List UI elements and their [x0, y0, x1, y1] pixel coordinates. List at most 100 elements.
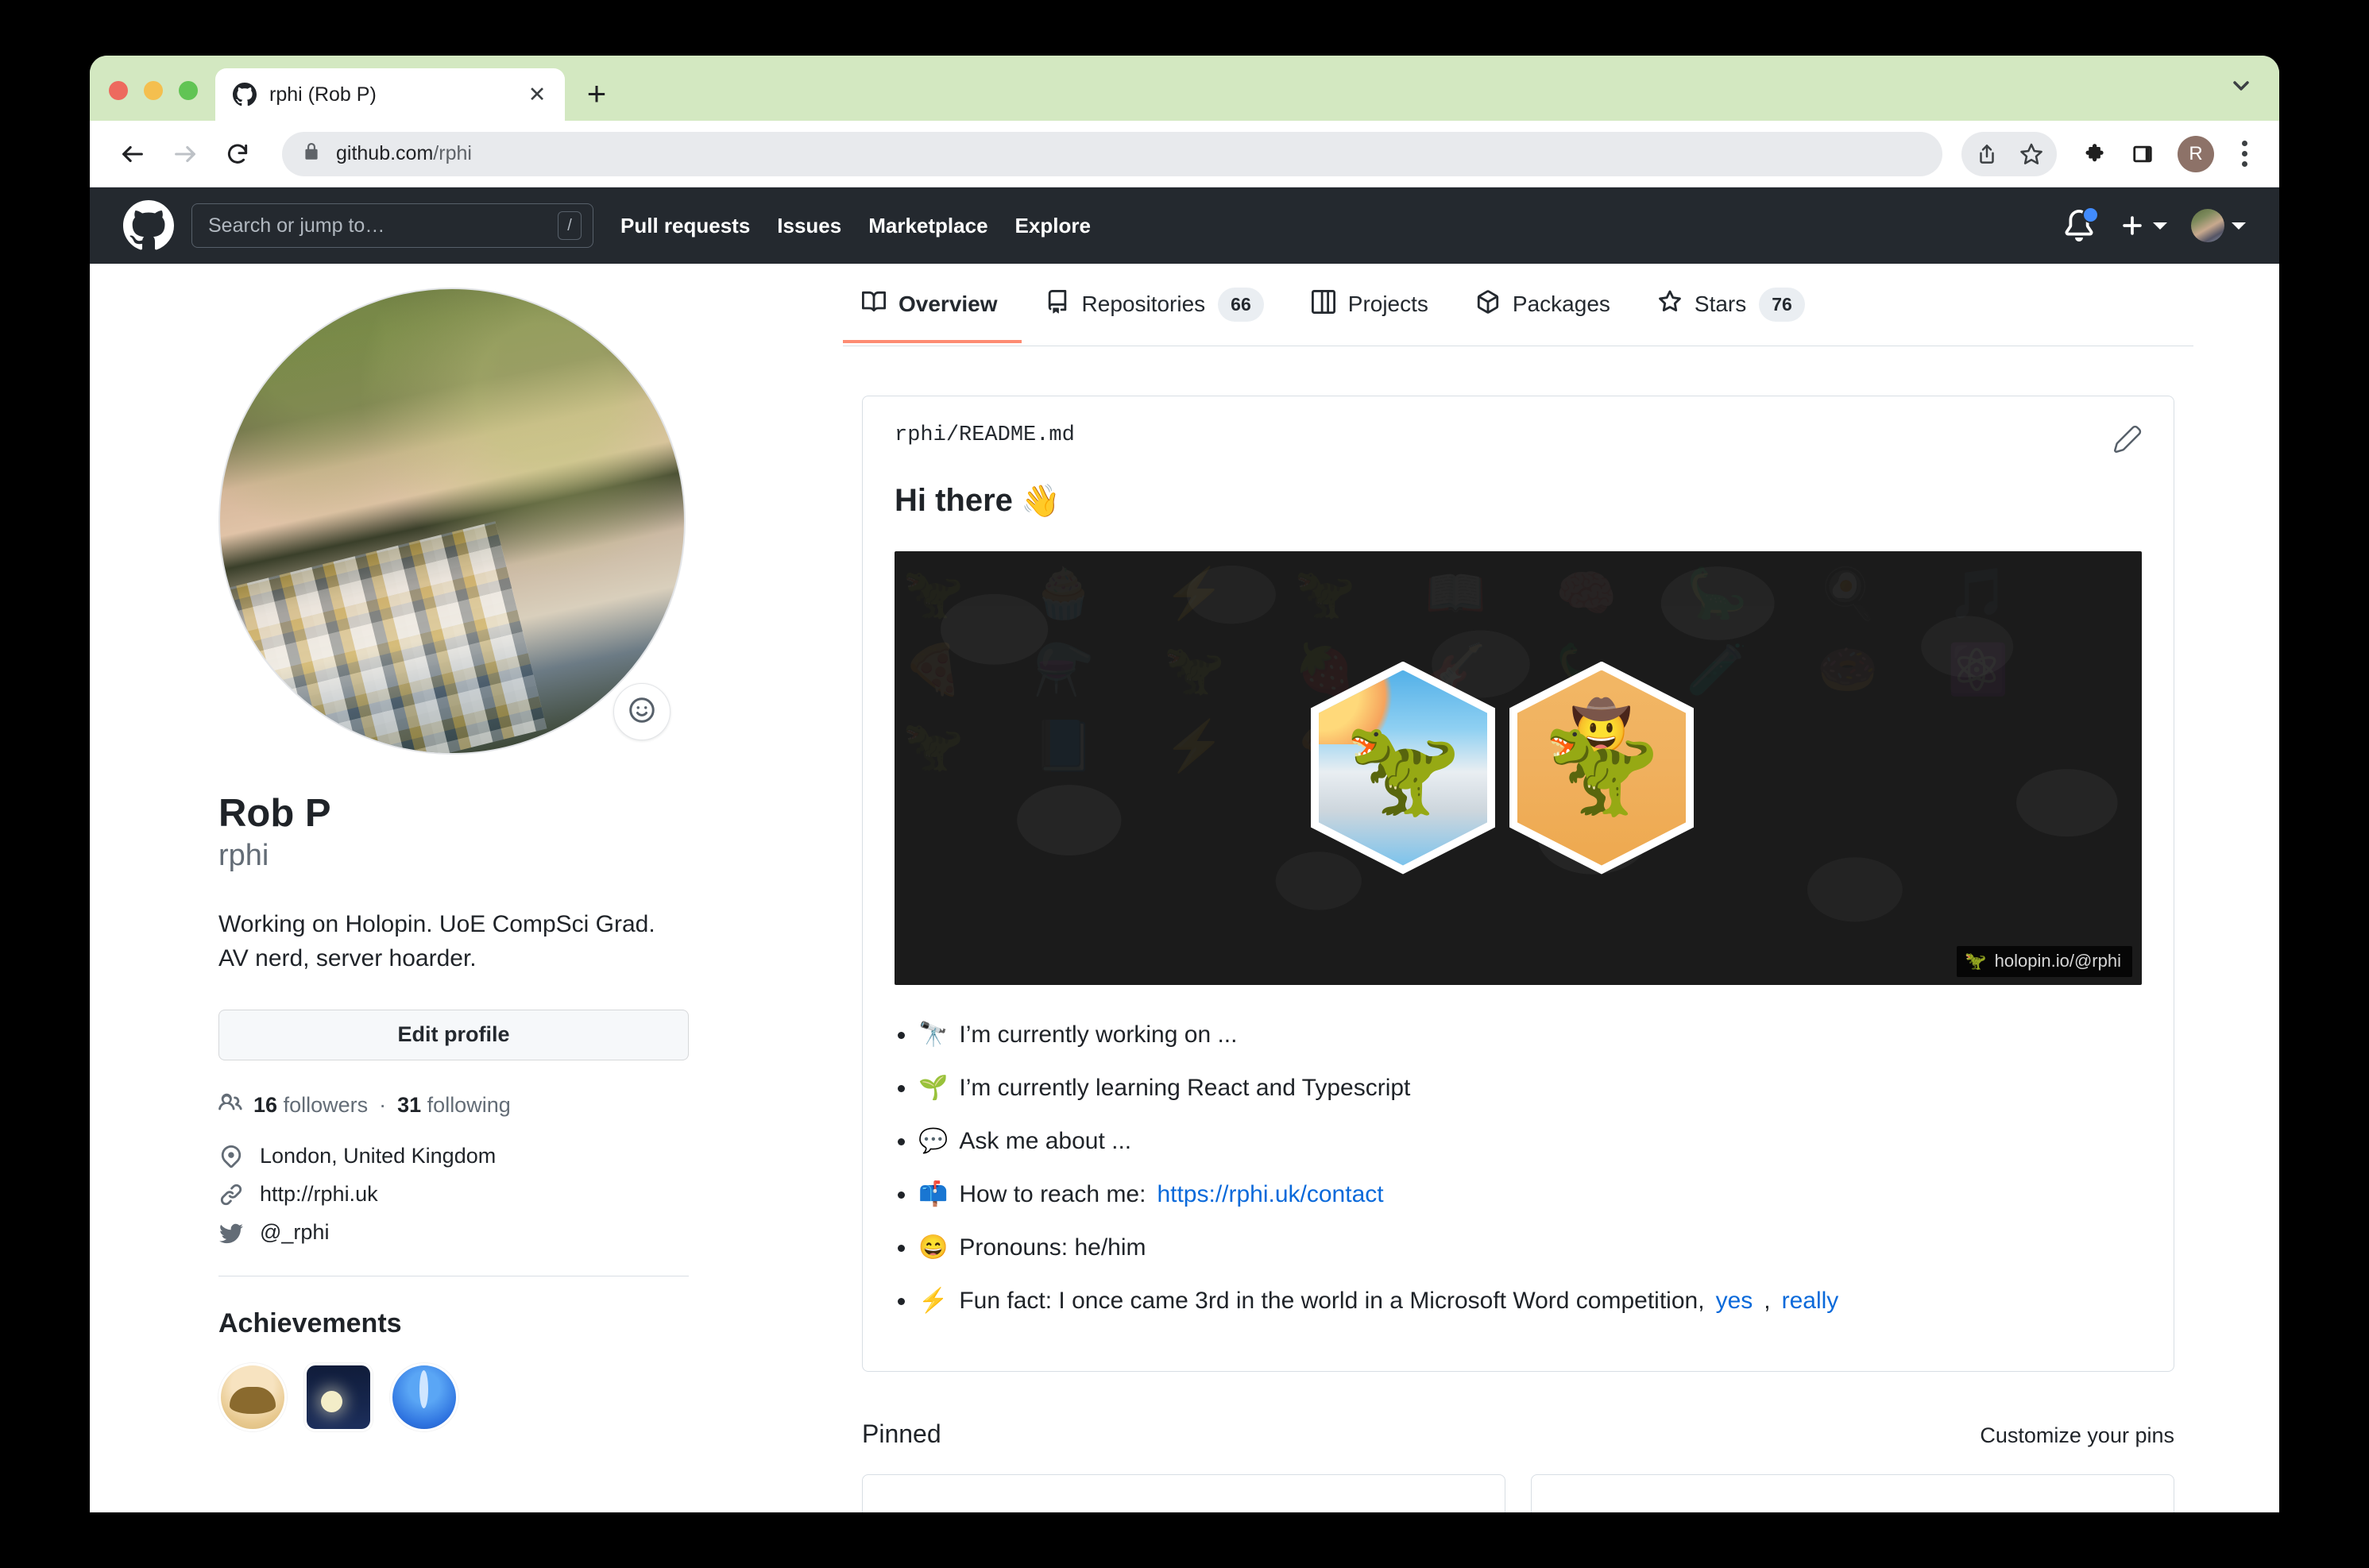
tab-projects-label: Projects [1347, 292, 1428, 317]
profile-page: Rob P rphi Working on Holopin. UoE CompS… [90, 264, 2279, 1512]
twitter-icon [218, 1220, 244, 1246]
telescope-icon: 🔭 [918, 1021, 949, 1048]
pinned-repo-card[interactable]: carae Public ⋯ [1531, 1473, 2174, 1512]
window-traffic-lights [90, 81, 198, 121]
puzzle-extensions-icon[interactable] [2073, 132, 2117, 176]
browser-tabstrip: rphi (Rob P) ✕ + [90, 56, 2279, 121]
address-host: github.com [336, 142, 434, 164]
achievement-badge-starstruck[interactable] [304, 1362, 373, 1431]
user-avatar [2191, 209, 2224, 242]
tab-overview[interactable]: Overview [843, 266, 1022, 343]
readme-path-owner[interactable]: rphi [895, 423, 946, 447]
holopin-badge-early-bird[interactable]: 🦖 [1311, 661, 1495, 875]
tab-projects[interactable]: Projects [1288, 266, 1452, 343]
chevron-down-icon [2153, 222, 2167, 230]
star-icon [1658, 290, 1682, 319]
profile-location-text: London, United Kingdom [260, 1144, 497, 1168]
achievements-list [218, 1362, 689, 1431]
forward-icon[interactable] [163, 132, 207, 176]
holopin-dino-icon: 🦖 [1965, 950, 1987, 971]
profile-website-text: http://rphi.uk [260, 1182, 378, 1207]
set-status-button[interactable] [613, 683, 671, 740]
nav-marketplace[interactable]: Marketplace [868, 214, 987, 238]
readme-bullet-list: 🔭 I’m currently working on ... 🌱 I’m cur… [895, 1017, 2142, 1319]
readme-bullet: 🌱 I’m currently learning React and Types… [895, 1070, 2142, 1106]
people-icon [218, 1091, 242, 1120]
share-icon[interactable] [1965, 132, 2009, 176]
dino-icon: 🦖 [1543, 715, 1660, 821]
search-input[interactable]: Search or jump to… / [191, 203, 593, 248]
readme-bullet-text: Ask me about ... [959, 1127, 1132, 1154]
pinned-repo-card[interactable]: fancyhip Public ⋯ [862, 1473, 1505, 1512]
location-icon [218, 1144, 244, 1169]
create-new-button[interactable] [2119, 212, 2167, 239]
profile-twitter[interactable]: @_rphi [218, 1220, 689, 1246]
seedling-icon: 🌱 [918, 1074, 949, 1101]
browser-tab[interactable]: rphi (Rob P) ✕ [215, 68, 565, 121]
profile-avatar[interactable] [218, 288, 686, 755]
bookmark-star-icon[interactable] [2009, 132, 2054, 176]
projects-icon [1311, 289, 1335, 319]
browser-toolbar: github.com/rphi R [90, 121, 2279, 187]
followers-number: 16 [253, 1092, 278, 1117]
waving-hand-icon: 👋 [1020, 483, 1061, 519]
side-panel-icon[interactable] [2120, 132, 2165, 176]
reload-icon[interactable] [215, 132, 260, 176]
readme-bullet-text: I’m currently learning React and Typescr… [959, 1074, 1411, 1101]
fun-fact-link-yes[interactable]: yes [1716, 1283, 1753, 1319]
nav-issues[interactable]: Issues [777, 214, 841, 238]
tab-stars[interactable]: Stars 76 [1634, 264, 1829, 346]
share-bookmark-group [1961, 131, 2057, 176]
following-count: 31 following [397, 1093, 511, 1118]
edit-profile-button[interactable]: Edit profile [218, 1009, 689, 1060]
tab-packages[interactable]: Packages [1452, 266, 1634, 343]
readme-path-file[interactable]: README.md [959, 423, 1075, 447]
achievement-badge-pull-shark[interactable] [218, 1362, 287, 1431]
package-icon [1476, 290, 1500, 319]
close-tab-button[interactable]: ✕ [524, 81, 551, 108]
pinned-list: fancyhip Public ⋯ carae Public [862, 1473, 2174, 1512]
address-bar-text: github.com/rphi [336, 142, 472, 165]
tab-title: rphi (Rob P) [269, 83, 377, 106]
nav-pull-requests[interactable]: Pull requests [620, 214, 750, 238]
high-voltage-icon: ⚡ [918, 1287, 949, 1314]
mailbox-icon: 📫 [918, 1180, 949, 1207]
holopin-badge-cowboy-dino[interactable]: 🤠 🦖 [1509, 661, 1694, 875]
dino-icon: 🦖 [1344, 715, 1462, 821]
achievement-badge-quickdraw[interactable] [390, 1362, 458, 1431]
page-title: Rob P [218, 792, 331, 835]
holopin-banner[interactable]: 🦖 🧁 ⚡ 🦖 📖 🧠 🦕 🍳 🎵 🍕 ⚗️ 🦖 🍓 🎸 🦕 🧪 🍩 ⚛️ 🦖 … [895, 550, 2142, 985]
chevron-down-icon[interactable] [2224, 68, 2259, 103]
address-bar[interactable]: github.com/rphi [282, 131, 1942, 176]
github-favicon-icon [233, 83, 257, 106]
edit-readme-pencil-icon[interactable] [2113, 425, 2145, 457]
notification-unread-dot [2082, 207, 2099, 223]
close-window-button[interactable] [109, 81, 128, 100]
back-icon[interactable] [110, 132, 155, 176]
grinning-face-icon: 😄 [918, 1234, 949, 1261]
minimize-window-button[interactable] [144, 81, 163, 100]
profile-twitter-text: @_rphi [260, 1220, 330, 1245]
customize-pins-link[interactable]: Customize your pins [1980, 1423, 2174, 1448]
profile-meta-list: London, United Kingdom http://rphi.uk @_… [218, 1144, 689, 1246]
readme-bullet-text: Pronouns: he/him [959, 1234, 1146, 1261]
holopin-watermark[interactable]: 🦖 holopin.io/@rphi [1957, 945, 2132, 977]
account-menu-button[interactable] [2191, 209, 2246, 242]
repo-icon [1045, 289, 1069, 319]
notifications-button[interactable] [2063, 207, 2099, 241]
lock-icon [301, 141, 322, 166]
following-label: following [427, 1092, 511, 1117]
chrome-profile-avatar[interactable]: R [2178, 135, 2214, 172]
fun-fact-link-really[interactable]: really [1782, 1283, 1839, 1319]
github-global-header: Search or jump to… / Pull requests Issue… [90, 187, 2279, 264]
github-logo-icon[interactable] [123, 200, 174, 251]
kebab-menu-icon[interactable] [2227, 132, 2262, 176]
search-shortcut-key: / [558, 211, 582, 240]
maximize-window-button[interactable] [179, 81, 198, 100]
tab-repositories[interactable]: Repositories 66 [1022, 264, 1288, 346]
readme-bullet-text-2: , [1764, 1287, 1771, 1314]
new-tab-button[interactable]: + [576, 73, 617, 114]
contact-link[interactable]: https://rphi.uk/contact [1157, 1176, 1383, 1212]
nav-explore[interactable]: Explore [1015, 214, 1091, 238]
profile-website[interactable]: http://rphi.uk [218, 1182, 689, 1207]
